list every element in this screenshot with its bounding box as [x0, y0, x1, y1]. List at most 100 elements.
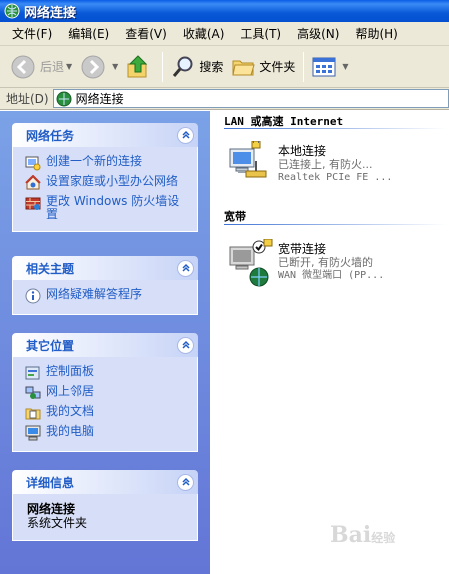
place-my-computer[interactable]: 我的电脑	[25, 423, 187, 443]
back-label: 后退	[40, 60, 65, 74]
toolbar: 后退 ▼ ▼ 搜索 文件夹 ▼	[0, 46, 449, 88]
broadband-connection-icon	[226, 238, 274, 287]
address-input[interactable]: 网络连接	[52, 89, 449, 108]
related-topics-panel: 相关主题 网络疑难解答程序	[12, 256, 198, 315]
task-home-network[interactable]: 设置家庭或小型办公网络	[25, 173, 187, 193]
details-name: 网络连接	[27, 502, 76, 516]
other-places-panel: 其它位置 控制面板 网上邻居 我的文档 我的电脑	[12, 333, 198, 452]
place-label: 网上邻居	[46, 384, 95, 398]
up-folder-icon	[127, 54, 148, 77]
back-dropdown-icon[interactable]: ▼	[66, 62, 72, 71]
views-dropdown-icon[interactable]: ▼	[342, 62, 348, 71]
connection-broadband[interactable]: 宽带连接 已断开, 有防火墙的 WAN 微型端口 (PP...	[226, 238, 446, 287]
other-places-body: 控制面板 网上邻居 我的文档 我的电脑	[12, 357, 198, 452]
connection-text: 宽带连接 已断开, 有防火墙的 WAN 微型端口 (PP...	[278, 239, 384, 287]
other-places-header[interactable]: 其它位置	[12, 333, 198, 357]
watermark-suffix: 经验	[371, 531, 396, 545]
connection-device: Realtek PCIe FE ...	[278, 172, 393, 183]
firewall-icon	[25, 197, 41, 210]
watermark: Bai经验	[330, 522, 395, 548]
network-tasks-title: 网络任务	[26, 128, 75, 143]
other-places-title: 其它位置	[26, 338, 75, 353]
place-label: 控制面板	[46, 364, 95, 378]
collapse-chevron-icon[interactable]	[177, 336, 194, 354]
lan-connection-icon	[226, 138, 274, 189]
views-button[interactable]: ▼	[308, 50, 352, 84]
new-connection-icon	[25, 156, 41, 171]
broadband-group-header: 宽带	[224, 210, 246, 223]
menu-advanced[interactable]: 高级(N)	[289, 25, 347, 42]
forward-dropdown-icon[interactable]: ▼	[112, 62, 118, 71]
toolbar-separator	[303, 51, 305, 82]
details-title: 详细信息	[26, 475, 75, 490]
task-label: 设置家庭或小型办公网络	[46, 174, 179, 188]
menu-bar: 文件(F) 编辑(E) 查看(V) 收藏(A) 工具(T) 高级(N) 帮助(H…	[0, 22, 449, 46]
menu-tools[interactable]: 工具(T)	[232, 25, 289, 42]
details-body: 网络连接 系统文件夹	[12, 494, 198, 541]
task-troubleshooter[interactable]: 网络疑难解答程序	[25, 286, 187, 306]
search-icon	[173, 56, 193, 77]
address-value: 网络连接	[75, 92, 124, 106]
menu-help[interactable]: 帮助(H)	[347, 25, 405, 42]
back-button[interactable]: 后退 ▼	[6, 50, 76, 84]
connection-name: 宽带连接	[278, 242, 327, 256]
back-arrow-icon	[11, 55, 35, 78]
place-control-panel[interactable]: 控制面板	[25, 363, 187, 383]
my-computer-icon	[25, 425, 41, 441]
menu-file[interactable]: 文件(F)	[4, 25, 60, 42]
forward-arrow-icon	[81, 55, 105, 78]
network-tasks-header[interactable]: 网络任务	[12, 123, 198, 147]
connection-local-area[interactable]: 本地连接 已连接上, 有防火... Realtek PCIe FE ...	[226, 138, 446, 189]
network-places-icon	[25, 386, 41, 399]
network-tasks-panel: 网络任务 创建一个新的连接 设置家庭或小型办公网络 更改 Windows 防火墙…	[12, 123, 198, 232]
network-connections-icon	[4, 3, 20, 19]
search-label: 搜索	[199, 60, 224, 74]
task-create-connection[interactable]: 创建一个新的连接	[25, 153, 187, 173]
related-topics-header[interactable]: 相关主题	[12, 256, 198, 280]
menu-view[interactable]: 查看(V)	[117, 25, 175, 42]
place-network-places[interactable]: 网上邻居	[25, 383, 187, 403]
connection-status: 已断开, 有防火墙的	[278, 256, 373, 269]
menu-favorites[interactable]: 收藏(A)	[175, 25, 233, 42]
address-label: 地址(D)	[6, 92, 49, 106]
collapse-chevron-icon[interactable]	[177, 126, 194, 144]
connection-device: WAN 微型端口 (PP...	[278, 270, 385, 281]
task-label: 创建一个新的连接	[46, 154, 143, 168]
details-header[interactable]: 详细信息	[12, 470, 198, 494]
place-label: 我的电脑	[46, 424, 95, 438]
lan-group-divider	[224, 128, 446, 129]
up-button[interactable]	[122, 50, 158, 84]
connection-name: 本地连接	[278, 144, 327, 158]
related-topics-title: 相关主题	[26, 261, 75, 276]
task-label: 更改 Windows 防火墙设置	[46, 194, 180, 221]
folders-button[interactable]: 文件夹	[227, 50, 299, 84]
home-network-icon	[25, 175, 41, 190]
folders-label: 文件夹	[259, 60, 296, 74]
title-bar[interactable]: 网络连接	[0, 0, 449, 22]
lan-group-header: LAN 或高速 Internet	[224, 115, 344, 128]
views-icon	[312, 57, 336, 76]
task-firewall-settings[interactable]: 更改 Windows 防火墙设置	[25, 193, 187, 223]
address-bar: 地址(D) 网络连接	[0, 88, 449, 110]
network-tasks-body: 创建一个新的连接 设置家庭或小型办公网络 更改 Windows 防火墙设置	[12, 147, 198, 232]
control-panel-icon	[25, 366, 40, 380]
forward-button[interactable]: ▼	[76, 50, 122, 84]
place-my-documents[interactable]: 我的文档	[25, 403, 187, 423]
toolbar-separator	[162, 51, 164, 82]
collapse-chevron-icon[interactable]	[177, 259, 194, 277]
folder-icon	[232, 60, 256, 75]
collapse-chevron-icon[interactable]	[177, 473, 194, 491]
search-button[interactable]: 搜索	[167, 50, 227, 84]
menu-edit[interactable]: 编辑(E)	[60, 25, 117, 42]
broadband-group-divider	[224, 224, 446, 225]
connections-list: LAN 或高速 Internet 本地连接 已连接上, 有防火... Realt…	[210, 111, 449, 574]
related-topics-body: 网络疑难解答程序	[12, 280, 198, 315]
my-documents-icon	[25, 408, 41, 420]
info-icon	[25, 288, 41, 304]
task-label: 网络疑难解答程序	[46, 287, 143, 301]
details-panel: 详细信息 网络连接 系统文件夹	[12, 470, 198, 541]
window-title: 网络连接	[24, 5, 77, 21]
connection-text: 本地连接 已连接上, 有防火... Realtek PCIe FE ...	[278, 141, 392, 189]
network-connections-icon	[56, 91, 72, 106]
details-type: 系统文件夹	[27, 516, 88, 530]
